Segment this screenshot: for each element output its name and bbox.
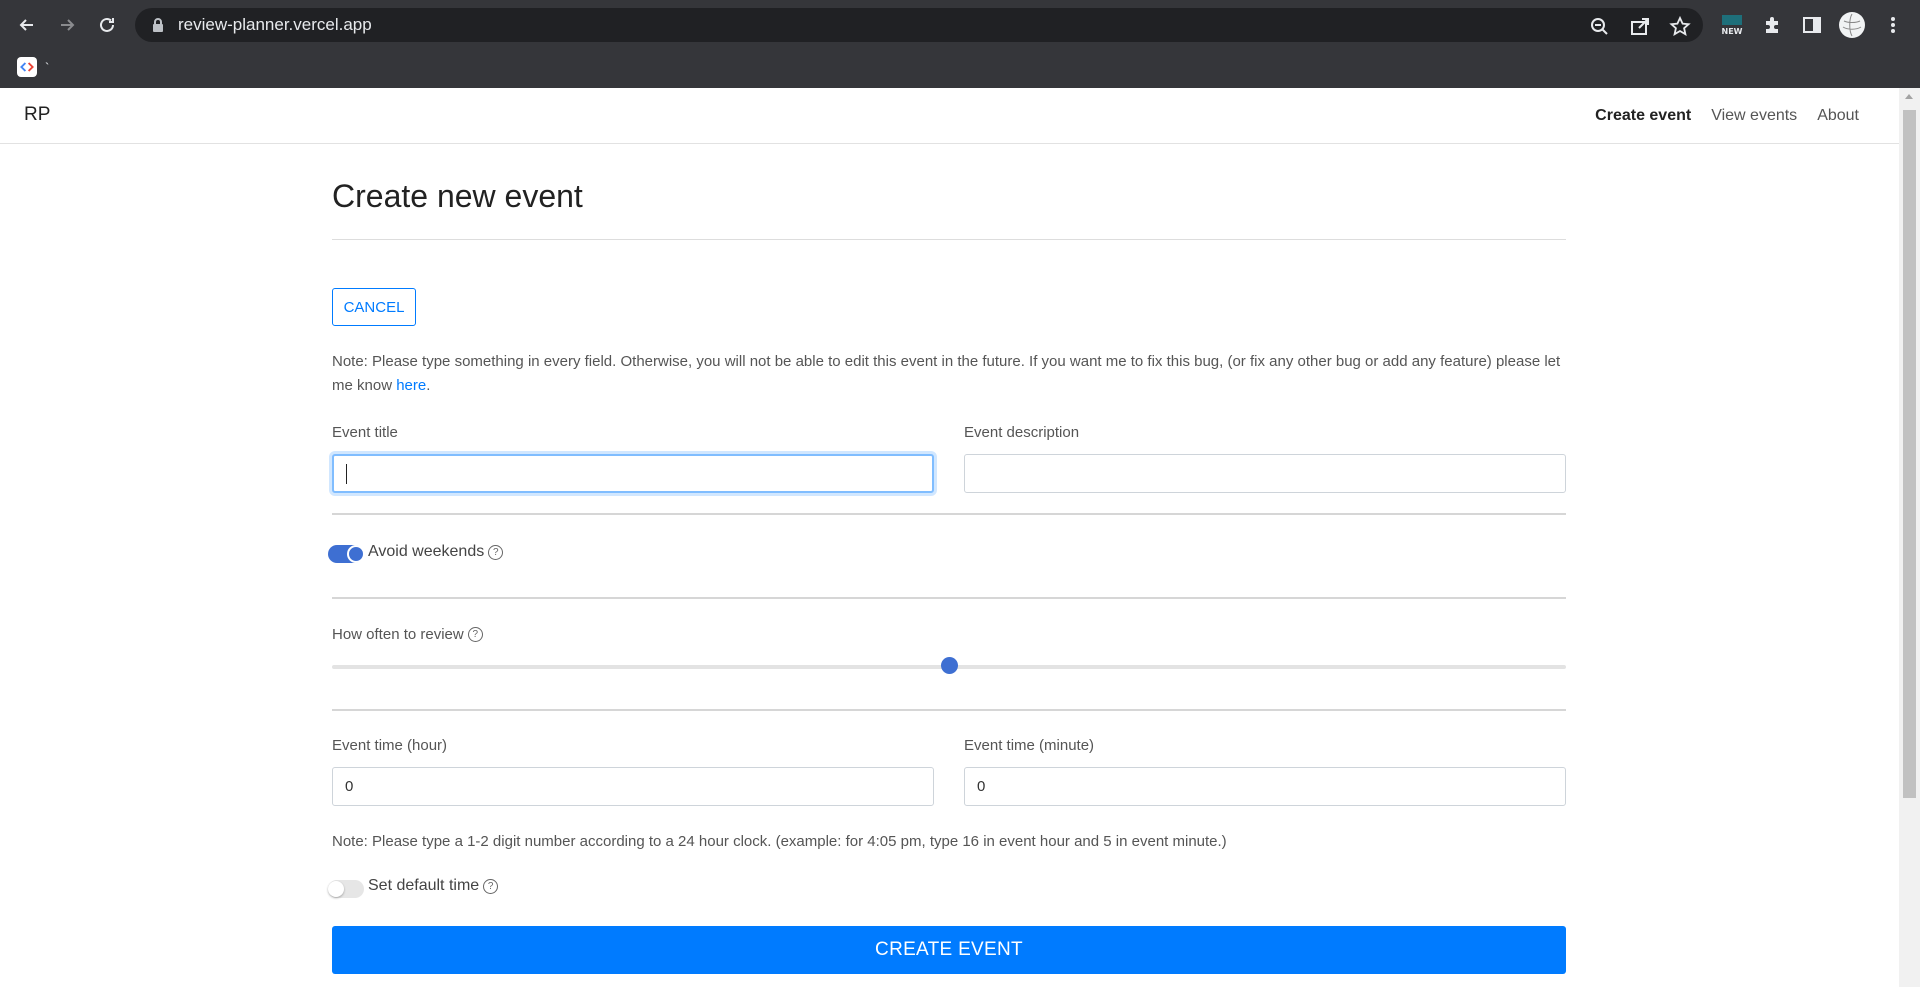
back-icon[interactable] [12, 10, 42, 40]
time-note: Note: Please type a 1-2 digit number acc… [332, 833, 1227, 850]
default-time-row: Set default time ? [368, 877, 499, 895]
info-note: Note: Please type something in every fie… [332, 350, 1566, 398]
puzzle-icon[interactable] [1759, 12, 1785, 38]
scroll-thumb[interactable] [1903, 110, 1916, 798]
toggle-knob [328, 881, 344, 897]
nav-links: Create event View events About [1595, 107, 1859, 125]
here-link[interactable]: here [396, 377, 426, 394]
event-title-label: Event title [332, 424, 398, 441]
page-title: Create new event [332, 178, 583, 214]
how-often-label: How often to review [332, 626, 464, 643]
divider [332, 709, 1566, 711]
menu-kebab-icon[interactable] [1880, 12, 1906, 38]
avatar[interactable] [1839, 12, 1865, 38]
avoid-weekends-row: Avoid weekends ? [368, 543, 504, 561]
side-panel-icon[interactable] [1799, 12, 1825, 38]
help-icon[interactable]: ? [467, 627, 483, 642]
browser-toolbar: review-planner.vercel.app NEW [0, 0, 1920, 49]
address-bar[interactable]: review-planner.vercel.app [135, 8, 1703, 42]
event-minute-value: 0 [977, 778, 986, 795]
extension-new-icon[interactable]: NEW [1719, 12, 1745, 38]
zoom-icon[interactable] [1589, 16, 1611, 36]
event-description-input[interactable] [964, 454, 1566, 493]
divider [332, 239, 1566, 240]
browser-chrome: review-planner.vercel.app NEW ` [0, 0, 1920, 88]
reload-icon[interactable] [92, 10, 122, 40]
nav-view-events[interactable]: View events [1711, 107, 1797, 125]
bookmark-star-icon[interactable] [1669, 16, 1691, 36]
info-note-end: . [426, 377, 431, 394]
scroll-up-icon[interactable] [1905, 94, 1913, 99]
event-hour-value: 0 [345, 778, 354, 795]
divider [332, 513, 1566, 515]
event-hour-input[interactable]: 0 [332, 767, 934, 806]
help-icon[interactable]: ? [483, 878, 499, 894]
event-title-input[interactable] [332, 454, 934, 493]
navbar: RP Create event View events About [0, 88, 1899, 144]
share-icon[interactable] [1629, 16, 1651, 36]
event-minute-input[interactable]: 0 [964, 767, 1566, 806]
avoid-weekends-toggle[interactable] [328, 545, 365, 563]
nav-create-event[interactable]: Create event [1595, 107, 1691, 125]
cancel-button[interactable]: CANCEL [332, 288, 416, 326]
nav-about[interactable]: About [1817, 107, 1859, 125]
divider [332, 597, 1566, 599]
url-text: review-planner.vercel.app [178, 15, 372, 34]
create-event-button[interactable]: CREATE EVENT [332, 926, 1566, 974]
bookmarks-bar: ` [0, 49, 1920, 88]
text-caret [346, 463, 347, 484]
event-minute-label: Event time (minute) [964, 737, 1095, 754]
help-icon[interactable]: ? [488, 544, 504, 560]
how-often-row: How often to review ? [332, 626, 483, 643]
bookmark-item[interactable]: ` [17, 57, 49, 77]
lock-icon [153, 18, 163, 32]
slider-thumb[interactable] [941, 657, 958, 674]
brand-logo[interactable]: RP [24, 104, 50, 126]
svg-text:NEW: NEW [1722, 27, 1743, 36]
bookmark-label: ` [45, 59, 50, 75]
default-time-label: Set default time [368, 877, 480, 894]
page: RP Create event View events About Create… [0, 88, 1899, 987]
event-hour-label: Event time (hour) [332, 737, 448, 754]
code-favicon-icon [17, 57, 37, 77]
scrollbar[interactable] [1899, 88, 1920, 987]
forward-icon[interactable] [52, 10, 82, 40]
info-note-text: Note: Please type something in every fie… [332, 353, 1561, 394]
toggle-knob [347, 545, 365, 563]
default-time-toggle[interactable] [328, 880, 364, 898]
avoid-weekends-label: Avoid weekends [368, 543, 485, 560]
event-description-label: Event description [964, 424, 1080, 441]
